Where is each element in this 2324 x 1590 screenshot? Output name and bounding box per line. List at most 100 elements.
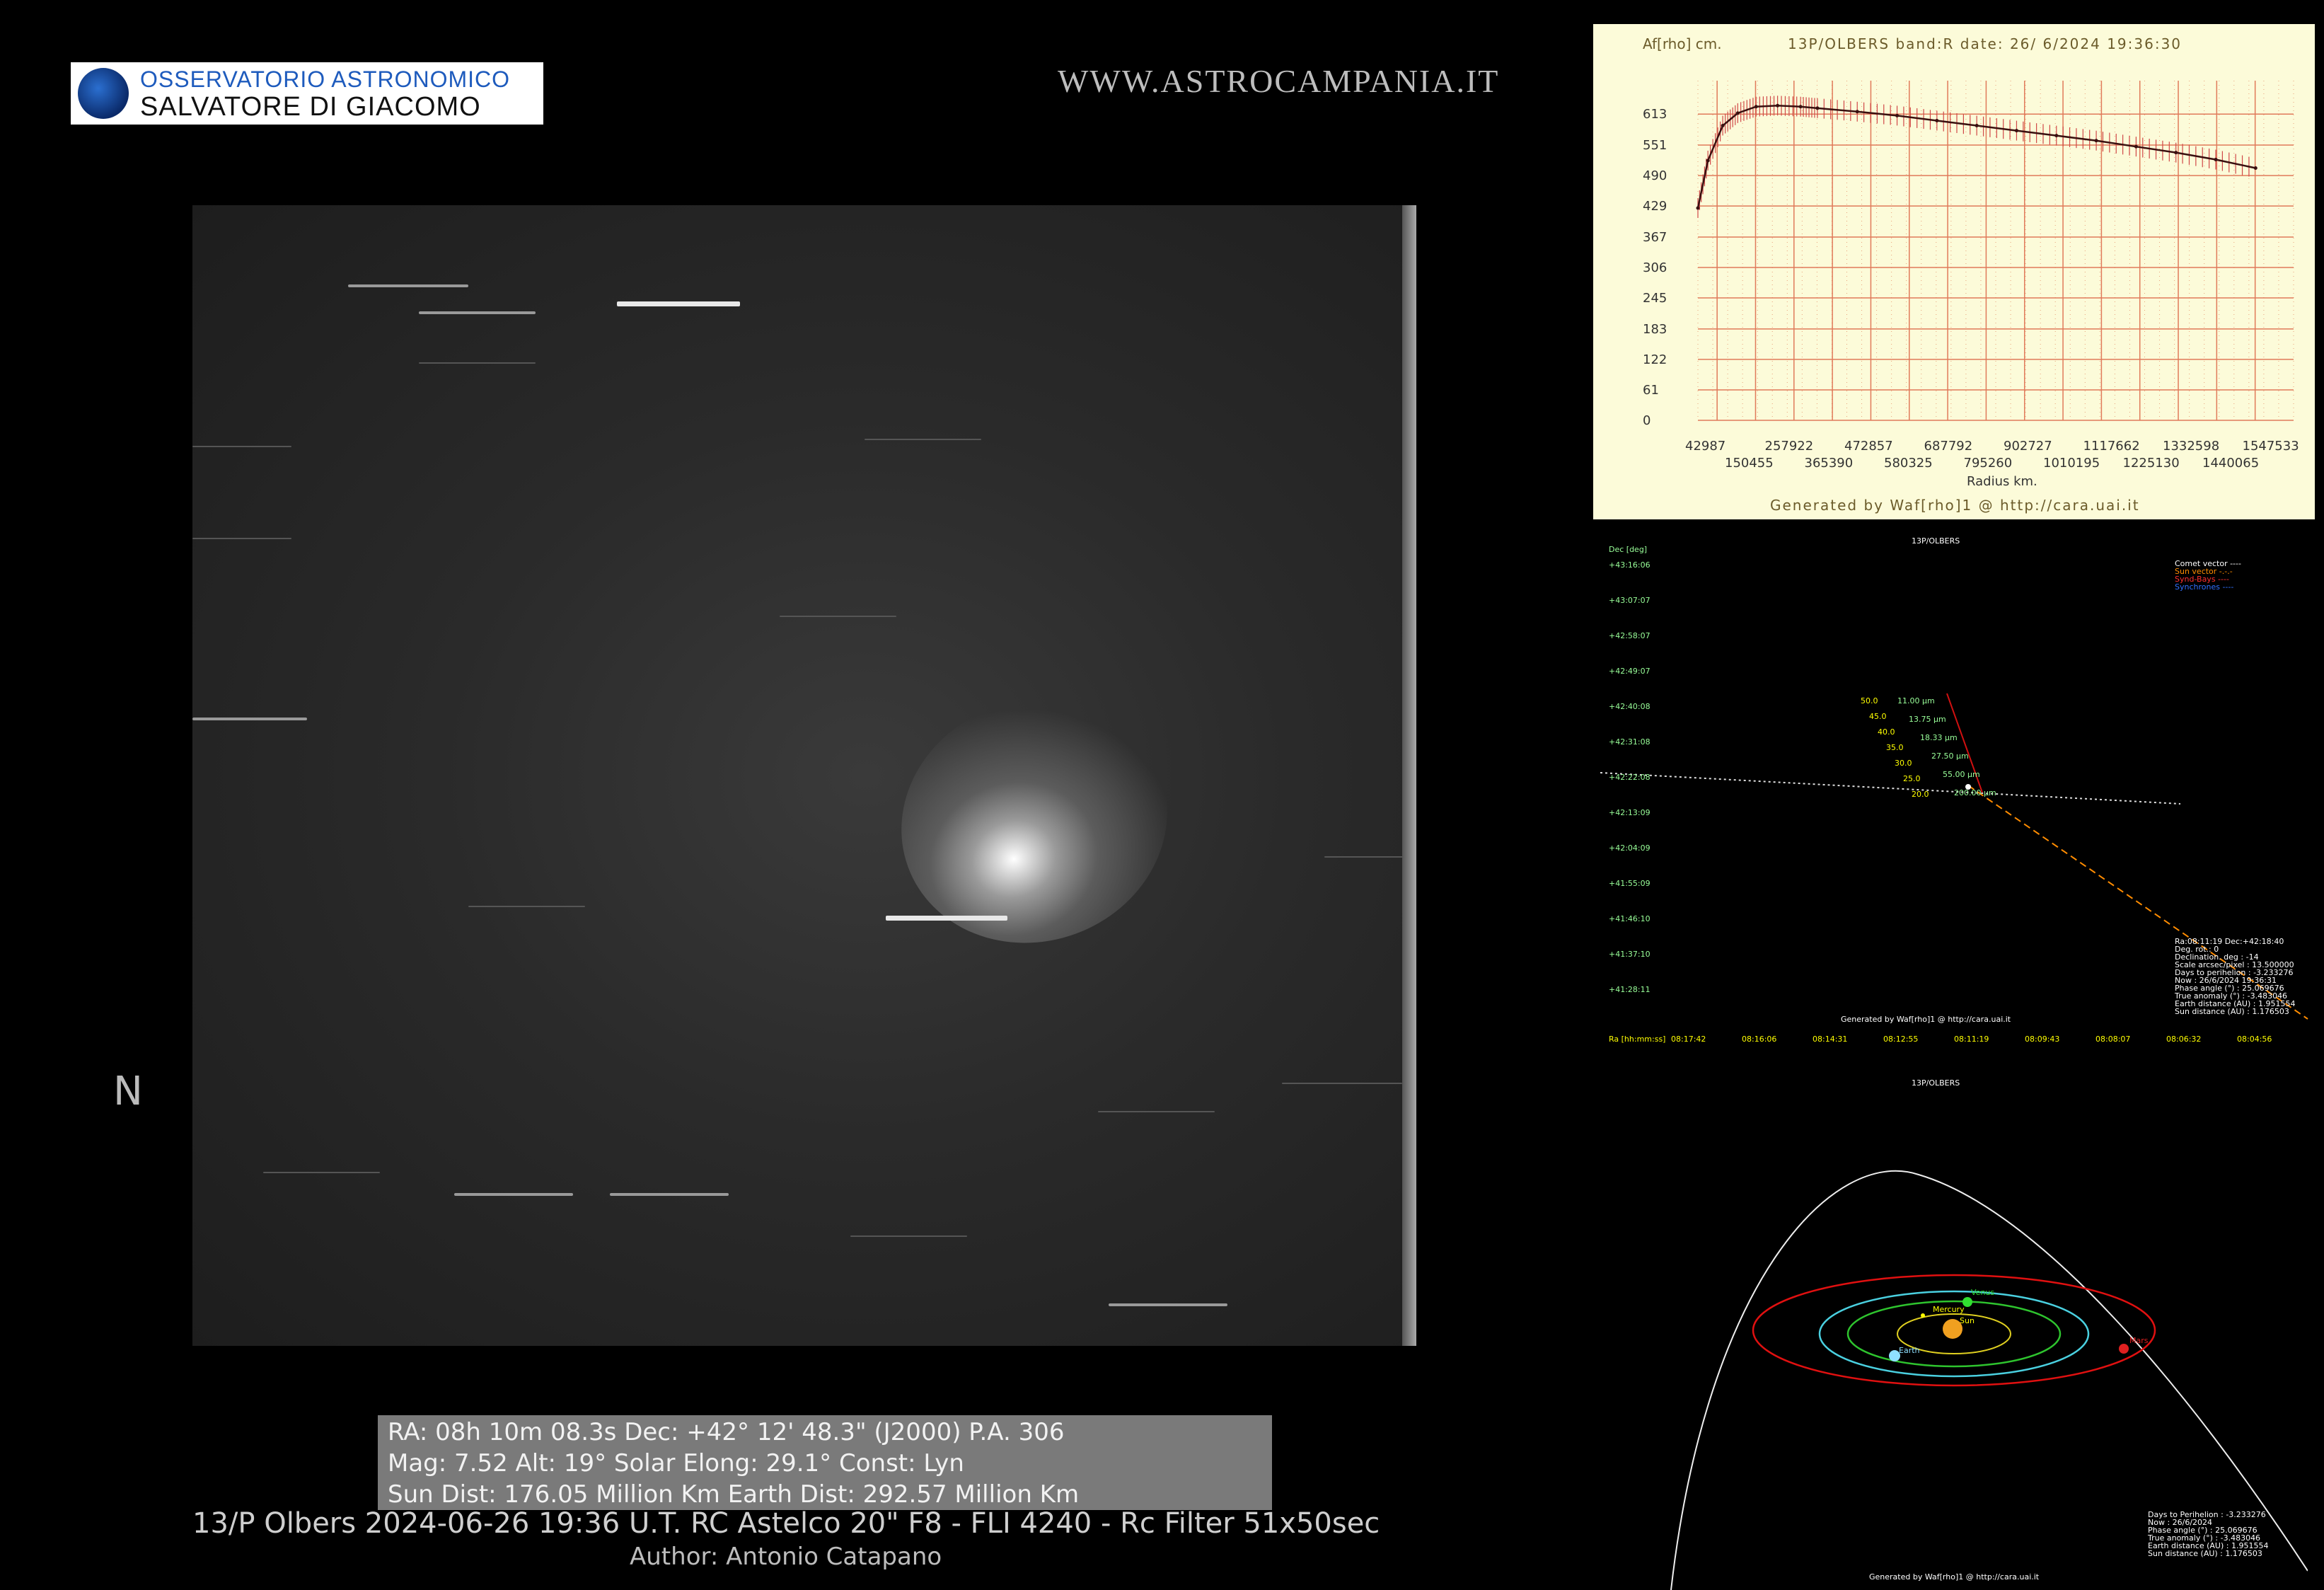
star-trail [865, 439, 981, 440]
dec-tick-label: +41:46:10 [1609, 914, 1650, 923]
observatory-emblem-icon [78, 68, 129, 119]
y-tick-label: 367 [1643, 229, 1667, 245]
orbit-stat-line: Sun distance (AU) : 1.176503 [2148, 1549, 2262, 1558]
x-tick-label: 687792 [1924, 439, 1973, 454]
dec-tick-label: +42:58:07 [1609, 631, 1650, 640]
dec-tick-label: +43:07:07 [1609, 596, 1650, 605]
synchrone-label: 27.50 µm [1931, 751, 1969, 761]
data-point [2134, 144, 2138, 149]
legend-entry: Synchrones ---- [2175, 582, 2234, 592]
star-trail [1098, 1111, 1215, 1112]
dec-tick-label: +42:40:08 [1609, 702, 1650, 711]
info-line-2: Mag: 7.52 Alt: 19° Solar Elong: 29.1° Co… [388, 1449, 964, 1477]
data-point [1776, 103, 1780, 108]
data-point [2054, 134, 2059, 138]
data-point [2214, 158, 2218, 162]
comet-photo [192, 205, 1416, 1346]
data-point [1815, 106, 1820, 110]
syndyne-label: 30.0 [1895, 759, 1912, 768]
x-tick-label: 150455 [1725, 456, 1774, 471]
coordinates-box: RA: 08h 10m 08.3s Dec: +42° 12' 48.3" (J… [378, 1415, 1272, 1510]
star-trail [192, 718, 307, 720]
y-tick-label: 122 [1643, 352, 1667, 367]
star-trail [454, 1193, 573, 1196]
sky-footer: Generated by Waf[rho]1 @ http://cara.uai… [1841, 1015, 2011, 1024]
orbit-panel: 13P/OLBERS Venus Mercury Sun Earth Mars Days… [1600, 1068, 2308, 1590]
syndyne-label: 25.0 [1903, 774, 1921, 783]
star-trail [468, 906, 585, 907]
orbit-footer: Generated by Waf[rho]1 @ http://cara.uai… [1869, 1572, 2040, 1582]
orbit-title: 13P/OLBERS [1912, 1078, 1960, 1088]
comet-coma [867, 662, 1202, 980]
star-trail [780, 616, 896, 617]
star-trail [348, 284, 468, 287]
ra-tick-label: 08:17:42 [1671, 1035, 1706, 1044]
ra-tick-label: 08:12:55 [1883, 1035, 1919, 1044]
x-tick-label: 1332598 [2163, 439, 2220, 454]
data-point [2174, 151, 2178, 155]
dec-tick-label: +42:04:09 [1609, 843, 1650, 853]
data-point [1735, 111, 1740, 115]
data-point [1706, 159, 1710, 163]
data-point [1696, 206, 1700, 210]
x-tick-label: 1010195 [2043, 456, 2100, 471]
y-tick-label: 551 [1643, 138, 1667, 154]
planet-label: Venus [1971, 1288, 1995, 1297]
star-trail [419, 362, 536, 364]
sky-ra-axis-label: Ra [hh:mm:ss] [1609, 1035, 1666, 1044]
star-trail [192, 538, 291, 539]
y-tick-label: 61 [1643, 382, 1659, 398]
dec-tick-label: +42:31:08 [1609, 737, 1650, 747]
star-trail [263, 1172, 380, 1173]
dec-tick-label: +42:49:07 [1609, 667, 1650, 676]
north-label: N [113, 1068, 143, 1114]
mars-marker [2119, 1344, 2129, 1354]
syndyne-label: 35.0 [1886, 743, 1904, 752]
ra-tick-label: 08:11:19 [1954, 1035, 1989, 1044]
data-point [1721, 124, 1725, 128]
mercury-marker [1921, 1313, 1925, 1318]
data-point [2253, 166, 2257, 171]
logo-line-2: SALVATORE DI GIACOMO [140, 92, 481, 122]
planet-label: Mars [2129, 1336, 2149, 1345]
x-tick-label: 1440065 [2202, 456, 2260, 471]
dec-tick-label: +41:37:10 [1609, 950, 1650, 959]
y-tick-label: 429 [1643, 199, 1667, 214]
info-line-3: Sun Dist: 176.05 Million Km Earth Dist: … [388, 1480, 1080, 1509]
ra-tick-label: 08:08:07 [2095, 1035, 2131, 1044]
x-tick-label: 902727 [2004, 439, 2052, 454]
data-point [2014, 129, 2018, 133]
y-tick-label: 0 [1643, 413, 1651, 428]
planet-label: Earth [1899, 1346, 1920, 1355]
ra-tick-label: 08:09:43 [2025, 1035, 2060, 1044]
x-tick-label: 795260 [1963, 456, 2013, 471]
planet-label: Sun [1960, 1316, 1975, 1325]
star-trail [610, 1193, 729, 1196]
x-tick-label: 580325 [1884, 456, 1933, 471]
x-tick-label: 257922 [1764, 439, 1814, 454]
chart-xlabel: Radius km. [1967, 474, 2037, 489]
synchrone-label: 13.75 µm [1909, 715, 1946, 724]
ra-tick-label: 08:14:31 [1813, 1035, 1848, 1044]
x-tick-label: 1117662 [2083, 439, 2140, 454]
star-trail [1109, 1303, 1227, 1306]
ra-tick-label: 08:16:06 [1742, 1035, 1777, 1044]
data-point [1855, 110, 1859, 114]
synchrone-label: 55.00 µm [1943, 770, 1980, 779]
x-tick-label: 365390 [1804, 456, 1854, 471]
data-point [1754, 105, 1758, 109]
synchrone-label: 11.00 µm [1897, 696, 1935, 705]
syndyne-label: 50.0 [1861, 696, 1878, 705]
syndyne-label: 20.0 [1912, 790, 1929, 799]
star-trail [1282, 1083, 1402, 1084]
planet-label: Mercury [1933, 1305, 1965, 1314]
syndyne-label: 40.0 [1878, 727, 1895, 737]
chart-footer: Generated by Waf[rho]1 @ http://cara.uai… [1770, 497, 2140, 514]
star-trail [886, 916, 1007, 921]
data-point [2094, 139, 2098, 143]
x-tick-label: 1547533 [2242, 439, 2299, 454]
star-trail [192, 446, 291, 447]
website-url: WWW.ASTROCAMPANIA.IT [1058, 63, 1500, 99]
star-trail [1324, 856, 1409, 858]
afrho-chart-panel: Af[rho] cm. 13P/OLBERS band:R date: 26/ … [1593, 24, 2315, 519]
